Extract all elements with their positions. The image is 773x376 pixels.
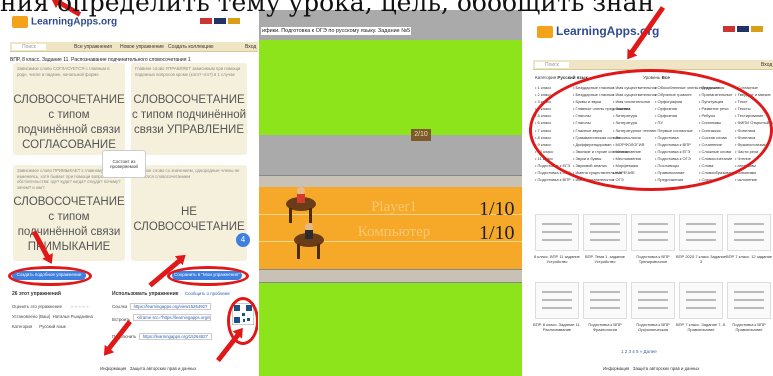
flag-icon[interactable] bbox=[723, 26, 735, 32]
row-label: Ссылка bbox=[112, 304, 128, 309]
exercise-title[interactable]: Подготовка к ВПР Орфоэпическая bbox=[627, 322, 679, 332]
new-exercise-link[interactable]: Новое упражнение bbox=[120, 44, 164, 50]
grass-field bbox=[259, 40, 522, 135]
login-link[interactable]: Вход bbox=[245, 44, 256, 50]
row-label: Категория bbox=[12, 324, 33, 329]
exercise-thumbnail[interactable] bbox=[727, 282, 771, 319]
table-row: Установлено (Ваш) Наталья Рындзивна bbox=[12, 314, 93, 319]
use-exercise-heading: Использовать упражнение bbox=[112, 291, 179, 297]
table-row: Категория Русский язык bbox=[12, 324, 66, 329]
exercise-thumbnail[interactable] bbox=[631, 282, 675, 319]
annotation-circle bbox=[8, 266, 92, 286]
lower-grass bbox=[259, 283, 522, 376]
exercise-title[interactable]: ВПР 2020 7 класс Задание 3 bbox=[675, 254, 727, 264]
create-collection-link[interactable]: Создать коллекцию bbox=[168, 44, 214, 50]
exercise-thumbnail[interactable] bbox=[535, 282, 579, 319]
exercise-thumbnail[interactable] bbox=[631, 214, 675, 251]
slide-heading-text: ния определить тему урока, цель, обобщит… bbox=[0, 0, 655, 17]
card-hint: Зависимое слово СОГЛАСУЕТСЯ с главным в … bbox=[17, 66, 110, 77]
footer: Информация Защита авторских прав и данны… bbox=[100, 366, 196, 371]
share-link-field[interactable]: https://learningapps.org/view15264927 bbox=[129, 303, 212, 310]
search-input[interactable]: Поиск bbox=[535, 62, 569, 68]
drop-zone-not-phrase[interactable]: Главное слово со значением, однородные ч… bbox=[131, 165, 247, 261]
top-toolbar: Поиск Все упражнения Новое упражнение Со… bbox=[10, 42, 258, 52]
exercise-title[interactable]: Подготовка к ВПР Тренировочное bbox=[627, 254, 679, 264]
annotation-circle bbox=[167, 266, 249, 286]
card-label: СЛОВОСОЧЕТАНИЕ с типом подчинённой связи… bbox=[13, 94, 125, 151]
exercise-title[interactable]: ВПР 7 класс. 12 задание bbox=[723, 254, 773, 259]
player1-score: 1/10 bbox=[479, 198, 515, 220]
exercise-thumbnail[interactable] bbox=[679, 282, 723, 319]
flag-icon[interactable] bbox=[751, 26, 763, 32]
table-row: Оценить это упражнение ★★★★★ bbox=[12, 304, 89, 310]
flag-icon[interactable] bbox=[737, 26, 749, 32]
footer: Информация Защита авторских прав и данны… bbox=[603, 366, 699, 371]
exercise-thumbnail[interactable] bbox=[583, 282, 627, 319]
exercise-title[interactable]: ВПР. 8 класс. Задание 11. Распознавание bbox=[531, 322, 583, 332]
exercise-title[interactable]: 8 класс. ВПР 11 задание Устройство bbox=[531, 254, 583, 264]
card-label: НЕ СЛОВОСОЧЕТАНИЕ bbox=[133, 206, 245, 233]
learningapps-exercise-panel: LearningApps.org Поиск Все упражнения Но… bbox=[0, 0, 258, 376]
search-input[interactable]: Поиск bbox=[12, 44, 46, 50]
player1-label: Player1 bbox=[371, 199, 417, 215]
drop-zone-adjoining[interactable]: Зависимое слово ПРИМЫКАЕТ к главному, не… bbox=[13, 165, 125, 261]
category-link[interactable]: • Подготовка к ВПР bbox=[535, 176, 571, 183]
exercise-title[interactable]: Подготовка к ВПР Фразеология bbox=[579, 322, 631, 332]
pagination[interactable]: 1 2 3 4 5 » Далее bbox=[621, 349, 657, 354]
exercise-title[interactable]: ВПР. Тема 1. задание Устройство bbox=[579, 254, 631, 264]
drop-zone-agreement[interactable]: Зависимое слово СОГЛАСУЕТСЯ с главным в … bbox=[13, 63, 125, 155]
player2-label: Компьютер bbox=[357, 224, 431, 240]
star-rating-icon[interactable]: ★★★★★ bbox=[70, 304, 89, 309]
annotation-circle bbox=[529, 69, 773, 191]
embed-code-field[interactable]: <iframe src="https://learningapps.org/wa… bbox=[132, 314, 211, 321]
exercise-thumbnail[interactable] bbox=[583, 214, 627, 251]
player2-score: 1/10 bbox=[479, 222, 515, 244]
progress-sign: 2/10 bbox=[411, 129, 431, 141]
side-action-button[interactable]: 4 bbox=[236, 233, 250, 247]
side-action-label: 4 bbox=[240, 235, 246, 244]
annotation-arrow bbox=[216, 332, 241, 363]
exercise-thumbnail[interactable] bbox=[679, 214, 723, 251]
row-label: Установлено (Ваш) bbox=[12, 314, 51, 319]
exercise-thumbnail[interactable] bbox=[535, 214, 579, 251]
login-link[interactable]: Вход bbox=[761, 62, 772, 68]
category-link[interactable]: • склонение bbox=[735, 176, 773, 183]
game-title: ифики. Подготовка к ОГЭ по русскому язык… bbox=[261, 27, 412, 35]
row-label: Оценить это упражнение bbox=[12, 304, 62, 309]
drop-zone-government[interactable]: Главное слово УПРАВЛЯЕТ зависимым при по… bbox=[131, 63, 247, 155]
copyright-link[interactable]: Защита авторских прав и данных bbox=[633, 366, 700, 371]
info-link[interactable]: Информация bbox=[603, 366, 629, 371]
exercise-title[interactable]: Подготовка к ВПР Правописание bbox=[723, 322, 773, 332]
flag-icon[interactable] bbox=[228, 18, 240, 24]
chip-label: Состоит из проверяемой bbox=[110, 159, 138, 169]
table-row: Ссылка https://learningapps.org/view1526… bbox=[112, 303, 212, 310]
all-exercises-link[interactable]: Все упражнения bbox=[74, 44, 112, 50]
report-problem-link[interactable]: Сообщить о проблеме bbox=[185, 291, 230, 296]
table-row: Подключить https://learningapps.org/1526… bbox=[112, 333, 212, 340]
card-label: СЛОВОСОЧЕТАНИЕ с типом подчинённой связи… bbox=[13, 196, 125, 253]
exercise-count: 26 этот упражнений bbox=[12, 291, 61, 297]
bottom-fence bbox=[259, 269, 522, 283]
copyright-link[interactable]: Защита авторских прав и данных bbox=[130, 366, 197, 371]
row-value: Русский язык bbox=[39, 324, 66, 329]
learningapps-category-panel: LearningApps.org Поиск Вход Категория Ру… bbox=[523, 0, 773, 376]
row-value: Наталья Рындзивна bbox=[52, 314, 93, 319]
connect-link-field[interactable]: https://learningapps.org/15264927 bbox=[138, 333, 212, 340]
card-label: СЛОВОСОЧЕТАНИЕ с типом подчинённой связи… bbox=[131, 94, 247, 136]
category-label: Категория bbox=[535, 75, 557, 80]
logo-text: LearningApps.org bbox=[31, 16, 118, 28]
horse-race-game: ифики. Подготовка к ОГЭ по русскому язык… bbox=[259, 0, 522, 376]
card-hint: Главное слово со значением, однородные ч… bbox=[135, 168, 240, 179]
flag-icon[interactable] bbox=[214, 18, 226, 24]
exercise-thumbnail[interactable] bbox=[727, 214, 771, 251]
card-hint: Главное слово УПРАВЛЯЕТ зависимым при по… bbox=[135, 66, 241, 77]
exercise-title[interactable]: ВПР 7 класс. Задание 7, 8. Правописание bbox=[675, 322, 727, 332]
center-chip[interactable]: Состоит из проверяемой bbox=[102, 150, 146, 178]
info-link[interactable]: Информация bbox=[100, 366, 126, 371]
logo-icon bbox=[537, 25, 553, 38]
horse-rider-icon bbox=[294, 223, 324, 259]
flag-icon[interactable] bbox=[200, 18, 212, 24]
